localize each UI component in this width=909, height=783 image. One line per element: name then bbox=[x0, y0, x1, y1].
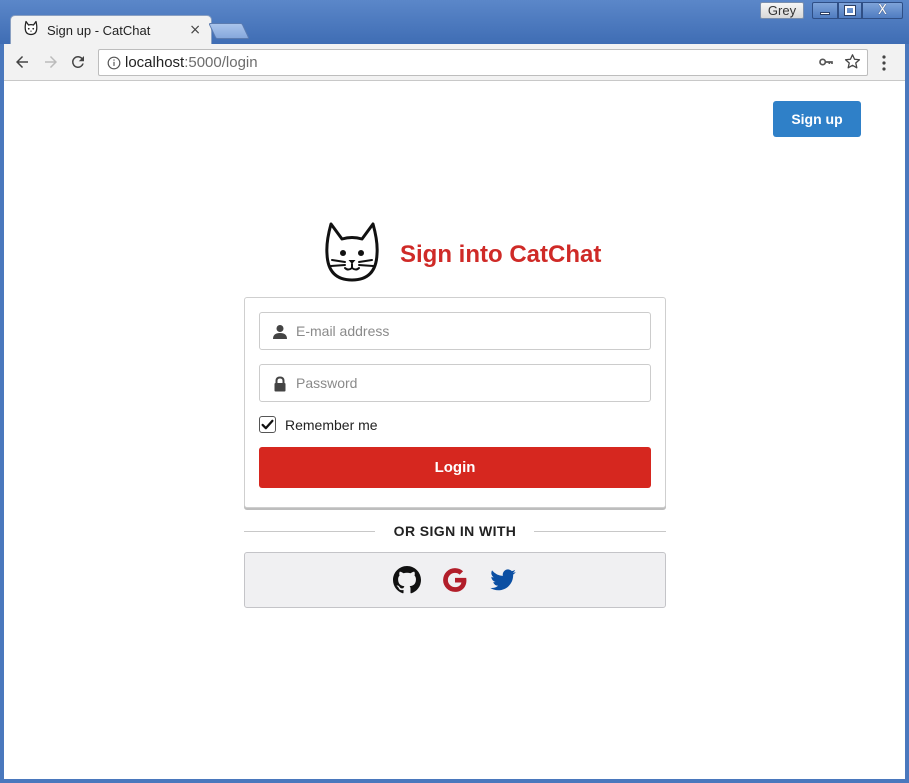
key-icon[interactable] bbox=[818, 54, 834, 75]
google-icon bbox=[443, 568, 467, 592]
reload-icon bbox=[71, 56, 84, 68]
user-icon bbox=[272, 324, 288, 340]
tab-close-icon[interactable]: × bbox=[189, 22, 201, 38]
cat-favicon-icon bbox=[23, 20, 39, 41]
divider-line-right bbox=[534, 531, 666, 532]
twitter-icon bbox=[490, 569, 516, 591]
url-text: localhost:5000/login bbox=[125, 54, 258, 71]
window-border-right bbox=[905, 44, 909, 783]
cat-logo-icon bbox=[320, 220, 384, 289]
github-icon bbox=[393, 566, 421, 594]
social-login-panel bbox=[244, 552, 666, 608]
remember-checkbox[interactable] bbox=[259, 416, 276, 433]
login-header: Sign into CatChat bbox=[320, 220, 601, 289]
minimize-icon bbox=[820, 12, 830, 15]
remember-me[interactable]: Remember me bbox=[259, 416, 378, 433]
back-button[interactable] bbox=[12, 52, 32, 72]
remember-label: Remember me bbox=[285, 416, 378, 433]
bookmark-star-icon[interactable] bbox=[844, 53, 861, 75]
close-window-button[interactable]: X bbox=[862, 2, 903, 19]
browser-menu-button[interactable] bbox=[876, 53, 892, 73]
back-arrow-icon bbox=[16, 56, 28, 68]
maximize-icon bbox=[844, 5, 856, 16]
email-input[interactable] bbox=[296, 313, 636, 349]
forward-button[interactable] bbox=[41, 52, 61, 72]
signup-button[interactable]: Sign up bbox=[773, 101, 861, 137]
maximize-button[interactable] bbox=[838, 2, 862, 19]
checkmark-icon bbox=[261, 419, 274, 430]
more-vert-icon bbox=[882, 55, 886, 71]
social-divider: OR SIGN IN WITH bbox=[244, 521, 666, 541]
lock-icon bbox=[272, 376, 288, 392]
google-login-button[interactable] bbox=[441, 566, 469, 594]
reload-button[interactable] bbox=[68, 52, 88, 72]
url-path: :5000/login bbox=[184, 54, 258, 71]
window-border-bottom bbox=[0, 779, 909, 783]
new-tab-button[interactable] bbox=[208, 23, 250, 39]
login-form: Remember me Login bbox=[244, 297, 666, 508]
url-host: localhost bbox=[125, 54, 185, 71]
page-title: Sign into CatChat bbox=[400, 240, 602, 268]
tab-title: Sign up - CatChat bbox=[47, 23, 151, 38]
profile-user-chip[interactable]: Grey bbox=[760, 2, 804, 19]
browser-toolbar: localhost:5000/login bbox=[4, 44, 905, 81]
email-field[interactable] bbox=[259, 312, 651, 350]
twitter-login-button[interactable] bbox=[489, 566, 517, 594]
password-field[interactable] bbox=[259, 364, 651, 402]
password-input[interactable] bbox=[296, 365, 636, 401]
window-border-left bbox=[0, 44, 4, 783]
github-login-button[interactable] bbox=[393, 566, 421, 594]
minimize-button[interactable] bbox=[812, 2, 838, 19]
close-icon: X bbox=[878, 3, 887, 18]
address-bar[interactable]: localhost:5000/login bbox=[98, 49, 868, 76]
forward-arrow-icon bbox=[45, 56, 57, 68]
login-button[interactable]: Login bbox=[259, 447, 651, 488]
site-info-icon[interactable] bbox=[107, 56, 121, 70]
browser-tab[interactable]: Sign up - CatChat × bbox=[10, 15, 212, 45]
